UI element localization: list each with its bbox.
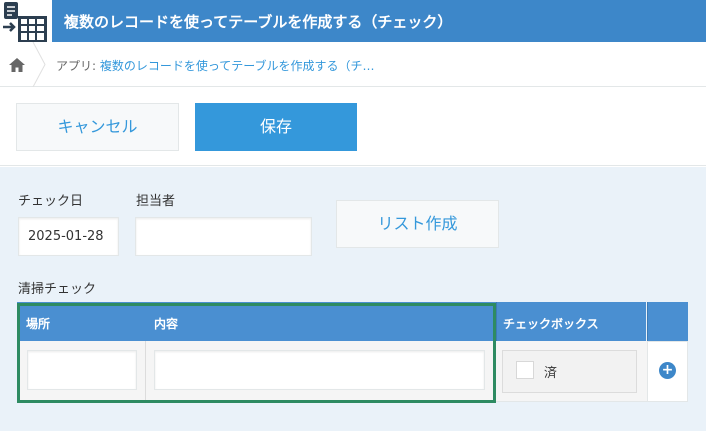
assignee-label: 担当者 — [136, 194, 176, 209]
breadcrumb-prefix: アプリ: — [56, 59, 97, 73]
check-date-field[interactable]: 2025-01-28 — [18, 217, 119, 256]
table-grid-icon — [0, 0, 52, 44]
assignee-field[interactable] — [135, 217, 312, 256]
breadcrumb-separator-icon — [32, 42, 46, 87]
check-date-value: 2025-01-28 — [28, 229, 104, 244]
page-title: 複数のレコードを使ってテーブルを作成する（チェック） — [64, 13, 453, 31]
home-icon[interactable] — [9, 58, 25, 72]
breadcrumb-path: アプリ: 複数のレコードを使ってテーブルを作成する（チ… — [56, 57, 375, 74]
breadcrumb-app-link[interactable]: 複数のレコードを使ってテーブルを作成する（チ… — [100, 59, 375, 73]
check-date-label: チェック日 — [18, 194, 84, 209]
add-row-icon[interactable]: + — [659, 362, 676, 379]
done-checkbox[interactable] — [516, 361, 534, 379]
table-label: 清掃チェック — [18, 282, 97, 297]
table-header-actions — [647, 302, 688, 341]
done-checkbox-label[interactable]: 済 — [544, 362, 557, 381]
save-button[interactable]: 保存 — [195, 103, 357, 151]
cancel-button[interactable]: キャンセル — [16, 103, 179, 151]
create-list-button[interactable]: リスト作成 — [336, 200, 499, 248]
highlight-box — [17, 303, 496, 403]
column-header-checkbox: チェックボックス — [503, 317, 599, 331]
